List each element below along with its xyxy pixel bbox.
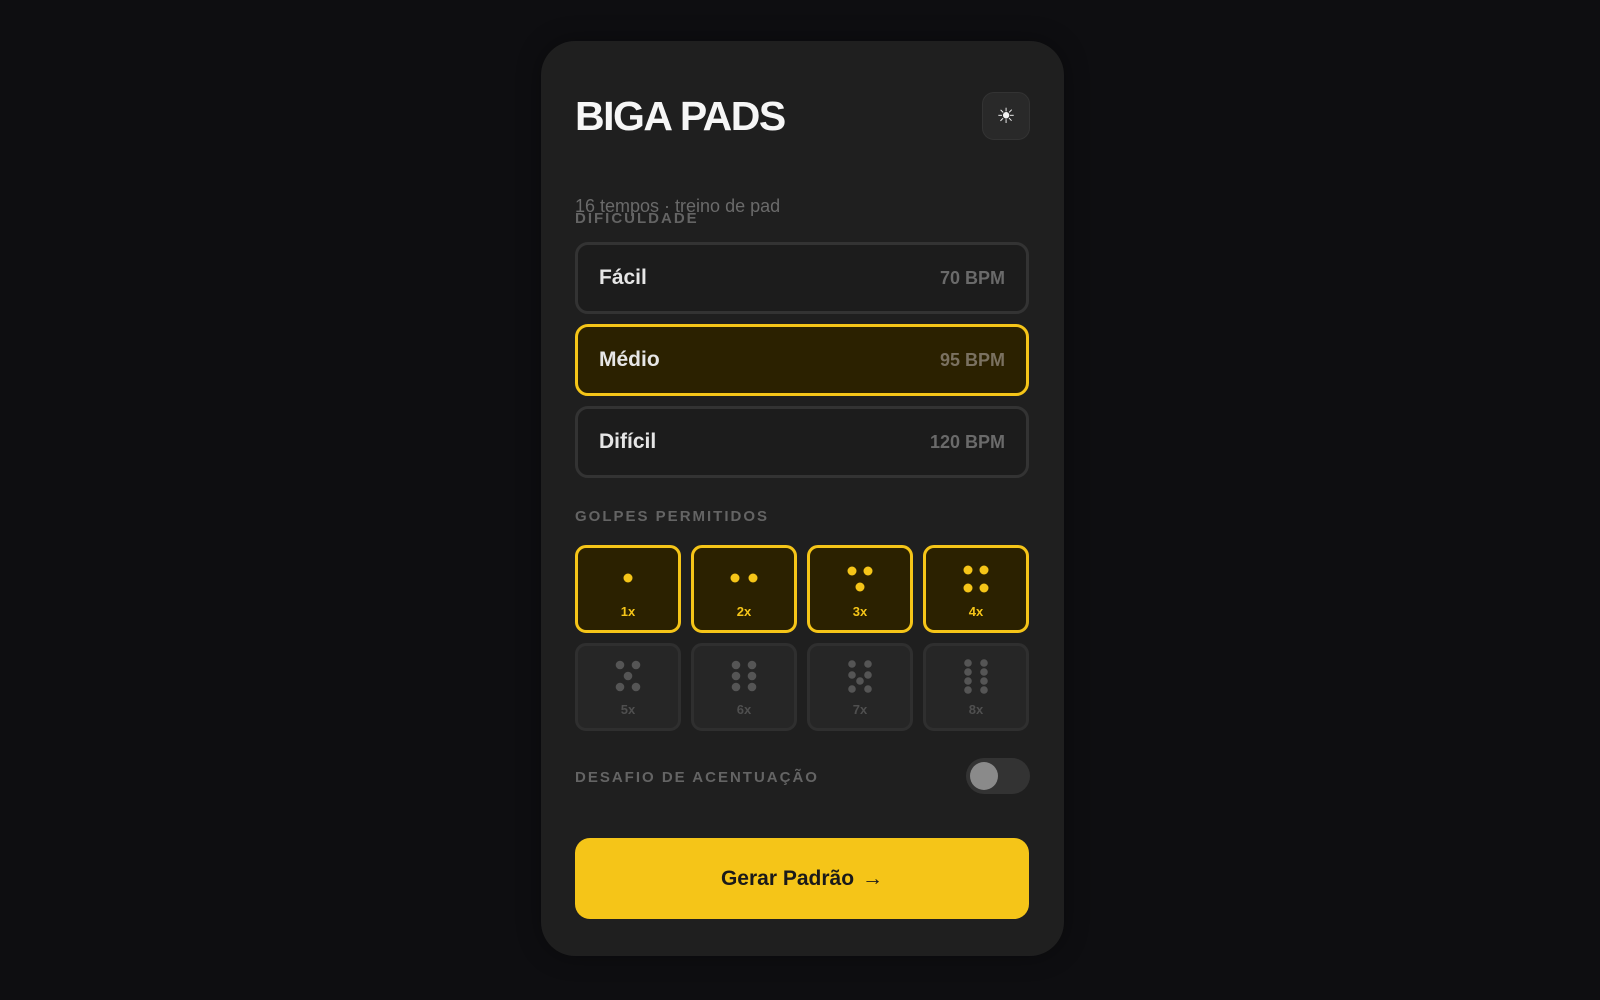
pip [747,682,757,692]
pip [864,671,872,679]
stroke-option-1x[interactable]: 1x [575,545,681,633]
pip [747,660,757,670]
pip [623,671,633,681]
difficulty-label: DIFICULDADE [575,210,699,227]
pip [964,686,972,694]
stroke-label: 3x [852,604,868,619]
stroke-option-4x[interactable]: 4x [923,545,1029,633]
pip [963,583,973,593]
difficulty-name: Fácil [599,266,647,289]
pip [731,682,741,692]
dice-one-icon [623,573,633,583]
pip [631,660,641,670]
settings-card: BIGA PADS ☀ 16 tempos · treino de pad DI… [541,41,1064,956]
dice-five-icon [615,660,641,692]
generate-pattern-button[interactable]: Gerar Padrão → [575,838,1029,919]
stroke-label: 1x [620,604,636,619]
stroke-label: 2x [736,604,752,619]
app-title: BIGA PADS [575,93,786,139]
pip [979,565,989,575]
pip [964,677,972,685]
pip [847,566,857,576]
difficulty-bpm: 95 BPM [939,350,1005,370]
stroke-label: 8x [968,702,984,717]
accent-challenge-toggle[interactable] [966,758,1030,794]
dice-eight-icon [964,659,988,694]
pip [864,660,872,668]
theme-toggle-button[interactable]: ☀ [982,92,1030,140]
pip [963,565,973,575]
pip [980,677,988,685]
stroke-option-2x[interactable]: 2x [691,545,797,633]
pip [980,686,988,694]
pip [964,668,972,676]
pip [980,659,988,667]
stroke-option-5x[interactable]: 5x [575,643,681,731]
stroke-option-6x[interactable]: 6x [691,643,797,731]
pip [848,671,856,679]
pip [748,573,758,583]
pip [864,685,872,693]
pip [848,685,856,693]
pip [964,659,972,667]
pip [731,671,741,681]
difficulty-option-dificil[interactable]: Difícil 120 BPM [575,406,1029,478]
difficulty-name: Difícil [599,430,657,453]
difficulty-option-facil[interactable]: Fácil 70 BPM [575,242,1029,314]
difficulty-name: Médio [599,348,660,371]
difficulty-option-medio[interactable]: Médio 95 BPM [575,324,1029,396]
pip [848,660,856,668]
stroke-option-8x[interactable]: 8x [923,643,1029,731]
stroke-label: 4x [968,604,984,619]
pip [730,573,740,583]
pip [631,682,641,692]
dice-seven-icon [848,660,872,693]
dice-four-icon [963,565,989,593]
sun-icon: ☀ [996,104,1016,128]
pip [856,677,864,685]
dice-two-icon [730,573,758,583]
pip [747,671,757,681]
pip [731,660,741,670]
pip [979,583,989,593]
pip [980,668,988,676]
stroke-option-3x[interactable]: 3x [807,545,913,633]
stroke-label: 5x [620,702,636,717]
difficulty-bpm: 70 BPM [939,268,1005,288]
stroke-option-7x[interactable]: 7x [807,643,913,731]
pip [855,582,865,592]
pip [615,660,625,670]
toggle-knob [970,762,998,790]
accent-challenge-label: DESAFIO DE ACENTUAÇÃO [575,769,819,786]
dice-six-icon [731,660,757,692]
difficulty-bpm: 120 BPM [929,432,1005,452]
strokes-label: GOLPES PERMITIDOS [575,508,770,525]
pip [615,682,625,692]
generate-label: Gerar Padrão [720,866,855,890]
stroke-label: 7x [852,702,868,717]
pip [623,573,633,583]
arrow-right-icon: → [862,866,884,890]
header: BIGA PADS ☀ [575,91,1030,141]
dice-three-icon [847,566,873,592]
stroke-label: 6x [736,702,752,717]
pip [863,566,873,576]
